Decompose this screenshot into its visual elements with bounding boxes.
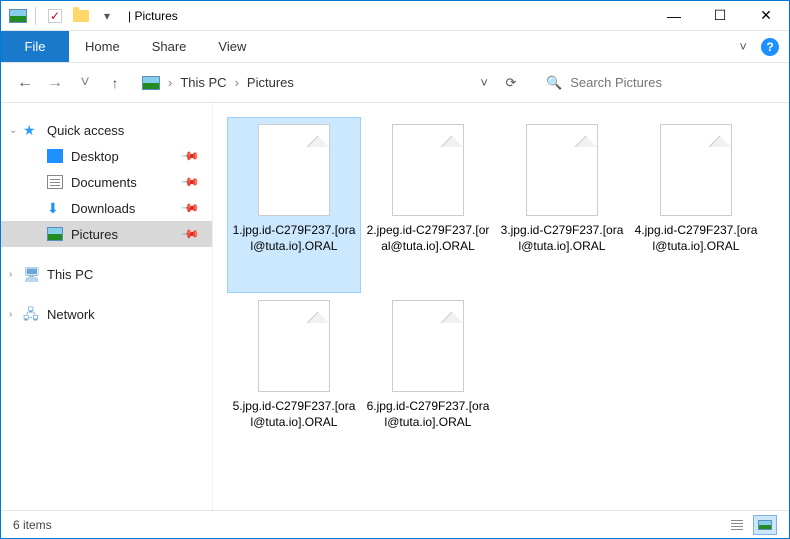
navigation-bar: ← → ˅ ↑ › This PC › Pictures ˅ ⟳ 🔍	[1, 63, 789, 103]
ribbon-expand-button[interactable]: ˅	[739, 39, 747, 54]
details-view-button[interactable]	[725, 515, 749, 535]
large-icons-view-button[interactable]	[753, 515, 777, 535]
app-icon	[9, 9, 27, 23]
qat-customize-button[interactable]: ▾	[96, 5, 118, 27]
location-icon	[142, 76, 160, 90]
star-icon: ★	[23, 123, 39, 137]
file-icon	[392, 300, 464, 392]
chevron-right-icon[interactable]: ›	[9, 269, 12, 280]
large-icons-icon	[758, 520, 772, 530]
file-item[interactable]: 3.jpg.id-C279F237.[oral@tuta.io].ORAL	[495, 117, 629, 293]
window-title: | Pictures	[128, 9, 178, 23]
tree-label: Downloads	[71, 201, 135, 216]
help-icon[interactable]: ?	[761, 38, 779, 56]
tree-this-pc[interactable]: › 🖥 This PC	[1, 261, 212, 287]
file-name: 3.jpg.id-C279F237.[oral@tuta.io].ORAL	[500, 222, 624, 254]
properties-button[interactable]: ✓	[44, 5, 66, 27]
breadcrumb-pictures[interactable]: Pictures	[247, 75, 294, 90]
breadcrumb-this-pc[interactable]: This PC	[180, 75, 226, 90]
status-bar: 6 items	[1, 510, 789, 538]
tree-label: Network	[47, 307, 95, 322]
desktop-icon	[47, 149, 63, 163]
chevron-right-icon[interactable]: ›	[233, 75, 241, 90]
details-icon	[731, 520, 743, 530]
tab-view[interactable]: View	[202, 31, 262, 62]
maximize-button[interactable]: ☐	[697, 1, 743, 31]
up-button[interactable]: ↑	[105, 75, 125, 91]
chevron-right-icon[interactable]: ›	[9, 309, 12, 320]
search-icon: 🔍	[546, 75, 562, 91]
file-view[interactable]: 1.jpg.id-C279F237.[oral@tuta.io].ORAL 2.j…	[213, 103, 789, 510]
tree-label: Documents	[71, 175, 137, 190]
tab-share[interactable]: Share	[136, 31, 203, 62]
quick-access-toolbar: ✓ ▾ | Pictures	[1, 5, 178, 27]
forward-button[interactable]: →	[45, 74, 65, 92]
item-count: 6 items	[13, 518, 52, 532]
chevron-right-icon[interactable]: ›	[166, 75, 174, 90]
address-dropdown-button[interactable]: ˅	[480, 75, 488, 90]
tab-home[interactable]: Home	[69, 31, 136, 62]
pin-icon: 📌	[180, 198, 200, 218]
pin-icon: 📌	[180, 172, 200, 192]
tree-desktop[interactable]: Desktop 📌	[1, 143, 212, 169]
document-icon	[47, 175, 63, 189]
file-item[interactable]: 4.jpg.id-C279F237.[oral@tuta.io].ORAL	[629, 117, 763, 293]
body: ⌄ ★ Quick access Desktop 📌 Documents 📌 ⬇…	[1, 103, 789, 510]
pin-icon: 📌	[180, 146, 200, 166]
file-name: 4.jpg.id-C279F237.[oral@tuta.io].ORAL	[634, 222, 758, 254]
close-button[interactable]: ✕	[743, 1, 789, 31]
network-icon: 🖧	[23, 307, 39, 321]
minimize-button[interactable]: —	[651, 1, 697, 31]
file-item[interactable]: 1.jpg.id-C279F237.[oral@tuta.io].ORAL	[227, 117, 361, 293]
file-tab[interactable]: File	[1, 31, 69, 62]
tree-label: Desktop	[71, 149, 119, 164]
file-icon	[392, 124, 464, 216]
tree-downloads[interactable]: ⬇ Downloads 📌	[1, 195, 212, 221]
navigation-pane: ⌄ ★ Quick access Desktop 📌 Documents 📌 ⬇…	[1, 103, 213, 510]
chevron-down-icon[interactable]: ⌄	[9, 125, 17, 136]
new-folder-button[interactable]	[70, 5, 92, 27]
file-item[interactable]: 5.jpg.id-C279F237.[oral@tuta.io].ORAL	[227, 293, 361, 469]
file-name: 2.jpeg.id-C279F237.[oral@tuta.io].ORAL	[366, 222, 490, 254]
ribbon: File Home Share View ˅ ?	[1, 31, 789, 63]
file-icon	[660, 124, 732, 216]
file-name: 1.jpg.id-C279F237.[oral@tuta.io].ORAL	[232, 222, 356, 254]
titlebar: ✓ ▾ | Pictures — ☐ ✕	[1, 1, 789, 31]
search-input[interactable]	[570, 75, 766, 90]
search-box[interactable]: 🔍	[537, 70, 775, 96]
tree-documents[interactable]: Documents 📌	[1, 169, 212, 195]
tree-label: This PC	[47, 267, 93, 282]
tree-label: Pictures	[71, 227, 118, 242]
tree-pictures[interactable]: Pictures 📌	[1, 221, 212, 247]
file-name: 5.jpg.id-C279F237.[oral@tuta.io].ORAL	[232, 398, 356, 430]
window-controls: — ☐ ✕	[651, 1, 789, 31]
qat-separator	[35, 7, 36, 25]
download-icon: ⬇	[47, 201, 63, 215]
refresh-button[interactable]: ⟳	[502, 75, 520, 91]
file-item[interactable]: 2.jpeg.id-C279F237.[oral@tuta.io].ORAL	[361, 117, 495, 293]
recent-locations-button[interactable]: ˅	[75, 74, 95, 92]
file-icon	[258, 124, 330, 216]
address-bar[interactable]: › This PC › Pictures ˅ ⟳	[135, 70, 527, 96]
tree-quick-access[interactable]: ⌄ ★ Quick access	[1, 117, 212, 143]
tree-label: Quick access	[47, 123, 124, 138]
tree-network[interactable]: › 🖧 Network	[1, 301, 212, 327]
pc-icon: 🖥	[23, 267, 39, 281]
file-name: 6.jpg.id-C279F237.[oral@tuta.io].ORAL	[366, 398, 490, 430]
file-icon	[526, 124, 598, 216]
file-icon	[258, 300, 330, 392]
back-button[interactable]: ←	[15, 74, 35, 92]
file-item[interactable]: 6.jpg.id-C279F237.[oral@tuta.io].ORAL	[361, 293, 495, 469]
pictures-icon	[47, 227, 63, 241]
pin-icon: 📌	[180, 224, 200, 244]
